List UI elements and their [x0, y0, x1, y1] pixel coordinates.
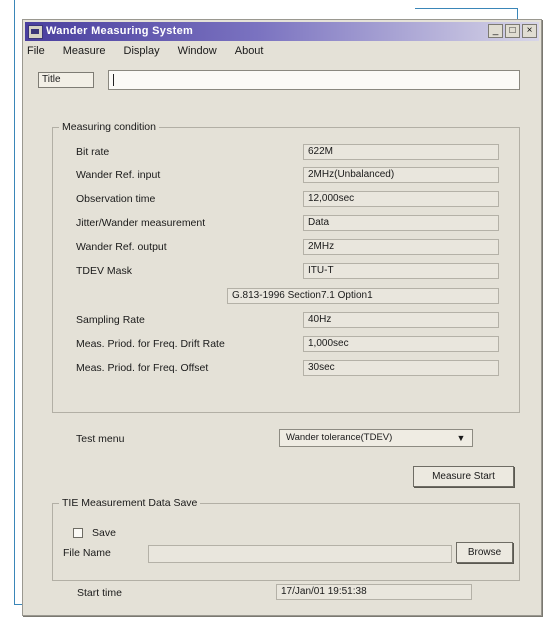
- tie-save-legend: TIE Measurement Data Save: [59, 497, 201, 509]
- file-name-input[interactable]: [148, 545, 452, 563]
- tdev-mask-value: ITU-T: [303, 263, 499, 279]
- freq-offset-period-value: 30sec: [303, 360, 499, 376]
- freq-drift-period-label: Meas. Priod. for Freq. Drift Rate: [76, 338, 225, 350]
- save-checkbox[interactable]: [73, 528, 83, 538]
- sampling-rate-label: Sampling Rate: [76, 314, 145, 326]
- sampling-rate-value: 40Hz: [303, 312, 499, 328]
- start-time-label: Start time: [77, 587, 122, 599]
- title-bar[interactable]: Wander Measuring System _ □ ×: [25, 22, 539, 41]
- menu-display[interactable]: Display: [122, 42, 162, 60]
- wander-ref-output-value: 2MHz: [303, 239, 499, 255]
- tie-save-group: TIE Measurement Data Save: [52, 497, 520, 581]
- measuring-condition-legend: Measuring condition: [59, 121, 159, 133]
- frame-line: [14, 0, 15, 604]
- text-caret: [113, 74, 114, 86]
- chevron-down-icon[interactable]: ▼: [453, 432, 469, 444]
- observation-time-label: Observation time: [76, 193, 156, 205]
- jitter-wander-value: Data: [303, 215, 499, 231]
- tdev-mask-standard-value: G.813-1996 Section7.1 Option1: [227, 288, 499, 304]
- menu-about[interactable]: About: [233, 42, 266, 60]
- title-input[interactable]: [108, 70, 520, 90]
- frame-line: [415, 8, 518, 9]
- test-menu-selected: Wander tolerance(TDEV): [286, 432, 393, 443]
- wander-ref-input-label: Wander Ref. input: [76, 169, 161, 181]
- test-menu-label: Test menu: [76, 433, 125, 445]
- save-label: Save: [92, 527, 116, 539]
- menu-bar: File Measure Display Window About: [25, 42, 539, 60]
- tdev-mask-label: TDEV Mask: [76, 265, 133, 277]
- menu-measure[interactable]: Measure: [61, 42, 108, 60]
- bit-rate-value: 622M: [303, 144, 499, 160]
- minimize-button[interactable]: _: [488, 24, 503, 38]
- browse-button[interactable]: Browse: [456, 542, 513, 563]
- menu-file[interactable]: File: [25, 42, 47, 60]
- window-title: Wander Measuring System: [46, 25, 194, 37]
- measure-start-button[interactable]: Measure Start: [413, 466, 514, 487]
- observation-time-value: 12,000sec: [303, 191, 499, 207]
- wander-ref-output-label: Wander Ref. output: [76, 241, 167, 253]
- close-button[interactable]: ×: [522, 24, 537, 38]
- file-name-label: File Name: [63, 547, 111, 559]
- jitter-wander-label: Jitter/Wander measurement: [76, 217, 206, 229]
- title-label: Title: [38, 72, 94, 88]
- freq-offset-period-label: Meas. Priod. for Freq. Offset: [76, 362, 209, 374]
- bit-rate-label: Bit rate: [76, 146, 110, 158]
- start-time-value: 17/Jan/01 19:51:38: [276, 584, 472, 600]
- maximize-button[interactable]: □: [505, 24, 520, 38]
- app-icon[interactable]: [28, 25, 43, 39]
- test-menu-select[interactable]: Wander tolerance(TDEV) ▼: [279, 429, 473, 447]
- wander-ref-input-value: 2MHz(Unbalanced): [303, 167, 499, 183]
- menu-window[interactable]: Window: [176, 42, 219, 60]
- freq-drift-period-value: 1,000sec: [303, 336, 499, 352]
